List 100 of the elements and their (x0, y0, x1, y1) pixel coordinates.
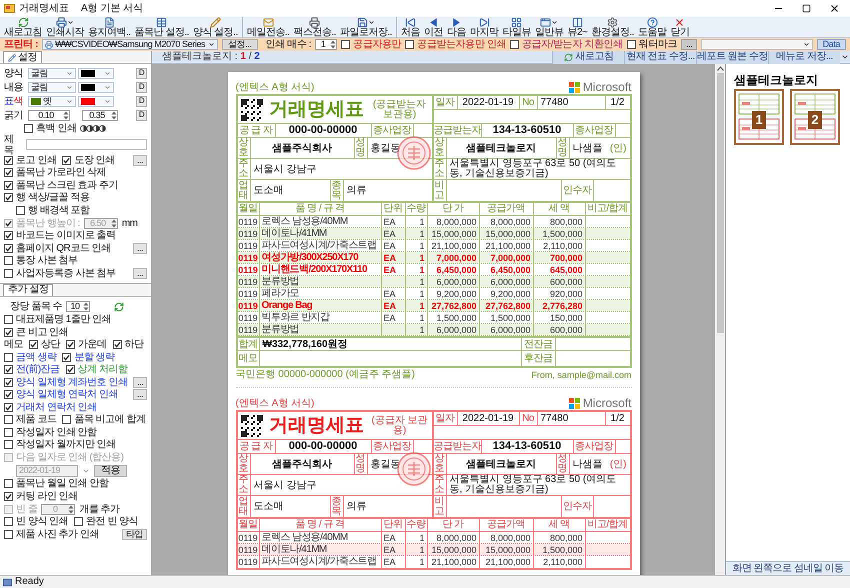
checkbox[interactable]: 가운데 (66, 338, 106, 351)
spin-field[interactable]: 0.10 (28, 110, 70, 120)
checkbox[interactable]: 작성일자 인쇄 안함 (4, 426, 97, 438)
toolbar-button[interactable]: 닫기 (668, 16, 692, 38)
color-combo[interactable] (78, 96, 114, 106)
checkbox[interactable]: 상단 (29, 338, 60, 351)
panel-tab[interactable]: 추가 설정 (3, 284, 54, 296)
font-combo[interactable]: 옛 (28, 96, 76, 106)
printer-settings-button[interactable]: 설정... (222, 39, 258, 50)
checkbox[interactable]: 품목난 월일 인쇄 안함 (4, 478, 108, 490)
small-button[interactable]: ... (132, 268, 147, 279)
checkbox[interactable]: 커팅 라인 인쇄 (4, 490, 78, 502)
checkbox[interactable]: 워터마크 (626, 38, 678, 50)
viewer-button[interactable]: 새로고침 (552, 50, 624, 64)
checkbox[interactable]: 분할 생략 (62, 351, 115, 364)
data-button[interactable]: Data (816, 39, 846, 50)
spin-field[interactable]: 0.35 (82, 110, 118, 120)
toolbar-button[interactable]: 처음 (398, 16, 422, 38)
maximize-icon[interactable] (802, 4, 811, 13)
checkbox[interactable]: 전(前)잔금 (4, 364, 60, 376)
toolbar-button[interactable]: 품목난 설정.. (132, 16, 191, 38)
checkbox[interactable]: 품목 비고에 합계 (62, 414, 146, 426)
toolbar-button[interactable]: 이전 (422, 16, 445, 38)
checkbox[interactable]: 행 색상/글꼴 적용 (4, 192, 90, 204)
checkbox[interactable]: 도장 인쇄 (62, 154, 115, 166)
toolbar-button[interactable]: 메일전송.. (244, 16, 292, 38)
checkbox[interactable]: 완전 빈 양식 (74, 516, 138, 528)
panel-tab[interactable]: 설정 (3, 51, 42, 63)
checkbox[interactable]: 대표제품명 1줄만 인쇄 (4, 314, 112, 326)
checkbox[interactable]: 거래처 연락처 인쇄 (4, 401, 97, 414)
checkbox[interactable]: 품목난 스크린 효과 주기 (4, 179, 118, 192)
table-cell: EA (384, 544, 396, 554)
toolbar-button[interactable]: 마지막 (468, 16, 500, 38)
table-cell: 데이토나/41MM (262, 544, 327, 554)
checkbox[interactable]: 금액 생략 (4, 351, 56, 364)
toolbar-button[interactable]: 일반뷰 (532, 16, 566, 38)
small-button[interactable]: ... (132, 154, 147, 166)
reset-button[interactable]: D (136, 82, 147, 92)
toolbar-button[interactable]: 도움말 (636, 16, 668, 38)
color-combo[interactable] (78, 68, 114, 78)
toolbar-button[interactable]: 인쇄시작 (44, 16, 86, 38)
checkbox[interactable]: 통장 사본 첨부 (4, 254, 78, 267)
checkbox[interactable]: 사업자등록증 사본 첨부 (4, 267, 116, 280)
move-thumbnails-button[interactable]: 화면 왼쪽으로 섬네일 이동 (726, 561, 850, 575)
toolbar-button[interactable]: 다음 (444, 16, 468, 38)
viewer-button[interactable]: 메뉴로 저장... (768, 50, 840, 64)
toolbar-button[interactable]: 양식 설정.. (190, 16, 240, 38)
more-button[interactable]: ... (681, 39, 698, 50)
viewer-button[interactable]: 레포트 원본 수정 (696, 50, 768, 64)
checkbox[interactable]: 제품 사진 추가 인쇄 (4, 528, 99, 540)
checkbox[interactable]: 양식 일체형 계좌번호 인쇄 (4, 376, 128, 388)
small-button[interactable]: ... (133, 376, 148, 388)
font-combo[interactable]: 굴림 (28, 82, 76, 92)
checkbox[interactable]: 흑백 인쇄 (24, 122, 76, 134)
spin-field[interactable]: 1 (315, 39, 338, 50)
checkbox[interactable]: 빈 양식 인쇄 (4, 516, 68, 528)
toolbar-button[interactable]: 팩스전송.. (291, 16, 338, 38)
toolbar-button[interactable]: 환경설정.. (589, 16, 636, 38)
small-button[interactable]: ... (132, 389, 147, 400)
checkbox[interactable]: 공급자/받는자 치환인쇄 (510, 38, 623, 50)
toolbar-button[interactable]: 용지여백.. (86, 16, 133, 38)
checkbox[interactable]: 품목난 가로라인 삭제 (4, 166, 106, 179)
table-cell: EA (384, 252, 396, 262)
color-combo[interactable] (78, 82, 114, 92)
checkbox[interactable]: 큰 비고 인쇄 (4, 326, 68, 338)
reset-button[interactable]: D (136, 68, 147, 78)
checkbox[interactable]: 작성일자 월까지만 인쇄 (4, 438, 116, 451)
toolbar-button[interactable]: 뷰2~ (565, 16, 590, 38)
page-thumbnail[interactable]: 1 (734, 89, 784, 145)
checkbox[interactable]: 바코드는 이미지로 출력 (4, 230, 116, 242)
field-value: 의류 (346, 184, 366, 198)
viewer-button[interactable]: 현재 전표 수정... (624, 50, 696, 64)
checkbox[interactable]: 하단 (112, 338, 144, 351)
caret-icon[interactable] (841, 53, 849, 61)
checkbox[interactable]: 상계 처리함 (66, 364, 128, 376)
checkbox[interactable]: 행 배경색 포함 (16, 204, 90, 216)
reset-button[interactable]: D (136, 96, 147, 106)
spin-field[interactable]: 10 (66, 301, 90, 312)
close-icon[interactable] (829, 3, 840, 14)
dropdown-field[interactable] (701, 39, 813, 50)
scrollbar-thumb[interactable] (716, 73, 724, 333)
toolbar-button[interactable]: 새로고침 (2, 16, 44, 38)
checkbox[interactable]: 양식 일체형 연락처 인쇄 (4, 388, 118, 401)
scrollbar[interactable] (715, 64, 725, 575)
toolbar-button[interactable]: 타일뷰 (500, 16, 533, 38)
font-combo[interactable]: 굴림 (28, 68, 76, 78)
small-button[interactable]: ... (132, 242, 147, 254)
checkbox[interactable]: 제품 코드 (4, 414, 56, 426)
checkbox[interactable]: 공급받는자용만 인쇄 (405, 38, 506, 50)
reset-button[interactable]: D (136, 110, 147, 120)
checkbox[interactable]: 공급자용만 (341, 38, 402, 50)
column-header: 단 가 (442, 520, 464, 530)
checkbox[interactable]: 홈페이지 QR코드 인쇄 (4, 242, 111, 254)
page-thumbnail[interactable]: 2 (790, 89, 840, 145)
checkbox[interactable]: 로고 인쇄 (4, 154, 56, 166)
small-button[interactable]: 타입 (122, 528, 147, 540)
printer-combo[interactable]: ₩₩CSVIDEO₩Samsung M2070 Series (42, 39, 218, 50)
refresh-icon[interactable] (114, 302, 124, 312)
title-field[interactable] (26, 139, 147, 150)
toolbar-button[interactable]: 파일로저장.. (338, 16, 394, 38)
